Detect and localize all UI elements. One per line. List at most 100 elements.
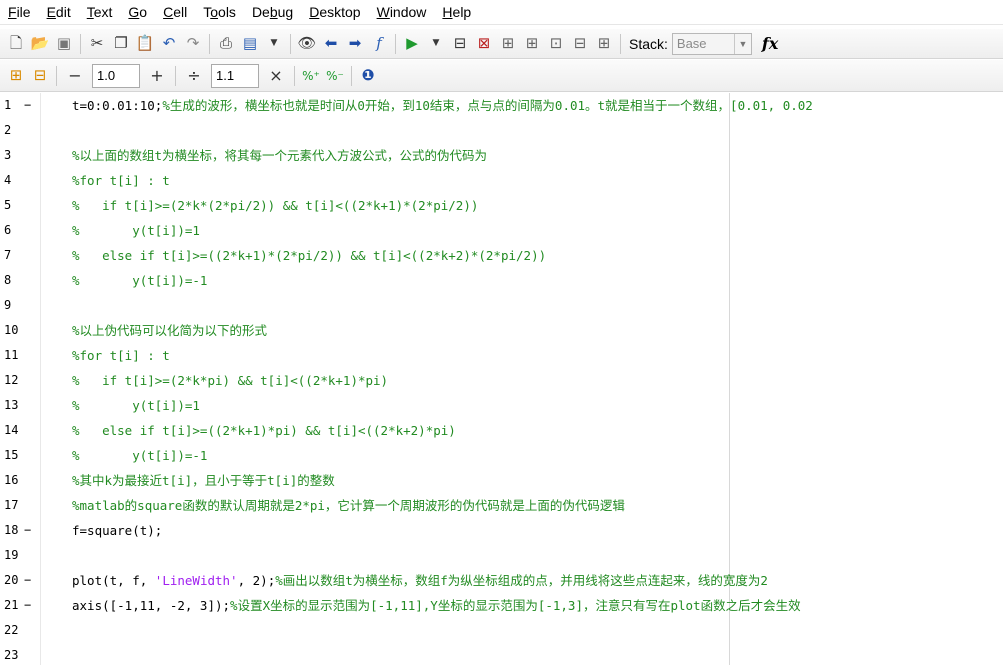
code-line[interactable]: 12 % if t[i]>=(2*k*pi) && t[i]<((2*k+1)*p… — [0, 368, 1003, 393]
code-text: %matlab的square函数的默认周期就是2*pi，它计算一个周期波形的伪代… — [72, 493, 625, 518]
code-line[interactable]: 20− plot(t, f, 'LineWidth', 2);%画出以数组t为横坐… — [0, 568, 1003, 593]
code-line[interactable]: 11 %for t[i] : t — [0, 343, 1003, 368]
line-number: 19 — [4, 548, 19, 562]
function-browser-icon[interactable]: f — [368, 33, 390, 55]
menu-text[interactable]: Text — [79, 0, 121, 24]
back-arrow-icon[interactable]: ⬅ — [320, 33, 342, 55]
multiply-button[interactable]: × — [262, 64, 290, 88]
code-line[interactable]: 23 — [0, 643, 1003, 665]
code-line[interactable]: 22 — [0, 618, 1003, 643]
forward-arrow-icon[interactable]: ➡ — [344, 33, 366, 55]
cell-mode-icon[interactable]: ⊟ — [29, 65, 51, 87]
print-icon[interactable]: ⎙ — [215, 33, 237, 55]
stack-select[interactable]: Base ▼ — [671, 32, 752, 55]
line-number: 15 — [4, 448, 19, 462]
paste-icon[interactable]: 📋 — [134, 33, 156, 55]
code-line[interactable]: 19 — [0, 543, 1003, 568]
code-editor[interactable]: 1− t=0:0.01:10;%生成的波形，横坐标也就是时间从0开始，到10结束，… — [0, 93, 1003, 665]
line-number: 10 — [4, 323, 19, 337]
toolbar-separator — [290, 33, 291, 54]
find-icon[interactable]: 👁 — [296, 33, 318, 55]
menu-go[interactable]: Go — [120, 0, 155, 24]
editor-toolbar: 🗋 📂 ▣ ✂ ❐ 📋 ↶ ↷ ⎙ ▤ ▼ 👁 ⬅ ➡ f ▶ ▼ ⊟ ⊠ ⊞ … — [0, 29, 1003, 59]
code-comment: % y(t[i])=1 — [72, 398, 200, 413]
clear-breakpoints-icon[interactable]: ⊠ — [473, 33, 495, 55]
chevron-down-icon[interactable]: ▼ — [263, 33, 285, 55]
code-line[interactable]: 15 % y(t[i])=-1 — [0, 443, 1003, 468]
chevron-down-icon[interactable]: ▼ — [733, 33, 751, 54]
step-in-icon[interactable]: ⊞ — [521, 33, 543, 55]
decrement-value-input[interactable] — [92, 63, 140, 88]
cut-icon[interactable]: ✂ — [86, 33, 108, 55]
set-breakpoint-icon[interactable]: ⊟ — [449, 33, 471, 55]
code-token: t=0:0.01:10; — [72, 98, 163, 113]
line-number: 5 — [4, 198, 12, 212]
code-line[interactable]: 8 % y(t[i])=-1 — [0, 268, 1003, 293]
code-text: % if t[i]>=(2*k*pi) && t[i]<((2*k+1)*pi) — [72, 368, 388, 393]
code-line[interactable]: 9 — [0, 293, 1003, 318]
code-comment: % if t[i]>=(2*k*pi) && t[i]<((2*k+1)*pi) — [72, 373, 389, 388]
executable-line-marker[interactable]: − — [24, 593, 36, 618]
executable-line-marker[interactable]: − — [24, 93, 36, 118]
code-text: % else if t[i]>=((2*k+1)*(2*pi/2)) && t[… — [72, 243, 546, 268]
menu-help[interactable]: Help — [434, 0, 479, 24]
help-icon[interactable]: ❶ — [357, 65, 379, 87]
code-text: % y(t[i])=1 — [72, 393, 200, 418]
undo-icon[interactable]: ↶ — [158, 33, 180, 55]
step-icon[interactable]: ⊞ — [497, 33, 519, 55]
code-line[interactable]: 17 %matlab的square函数的默认周期就是2*pi，它计算一个周期波形的… — [0, 493, 1003, 518]
chevron-down-icon[interactable]: ▼ — [425, 33, 447, 55]
save-icon[interactable]: ▣ — [53, 33, 75, 55]
stack-label: Stack: — [629, 35, 668, 52]
code-line[interactable]: 21− axis([-1,11, -2, 3]);%设置X坐标的显示范围为[-1,… — [0, 593, 1003, 618]
copy-icon[interactable]: ❐ — [110, 33, 132, 55]
menu-tools[interactable]: Tools — [195, 0, 244, 24]
continue-icon[interactable]: ⊟ — [569, 33, 591, 55]
scale-value-input[interactable] — [211, 63, 259, 88]
code-line[interactable]: 18− f=square(t); — [0, 518, 1003, 543]
code-line[interactable]: 6 % y(t[i])=1 — [0, 218, 1003, 243]
new-file-icon[interactable]: 🗋 — [5, 33, 27, 55]
line-number: 13 — [4, 398, 19, 412]
toolbar-separator — [294, 65, 295, 86]
line-number: 1 — [4, 98, 12, 112]
line-number: 9 — [4, 298, 12, 312]
open-folder-icon[interactable]: 📂 — [29, 33, 51, 55]
executable-line-marker[interactable]: − — [24, 518, 36, 543]
code-line[interactable]: 4 %for t[i] : t — [0, 168, 1003, 193]
publish-icon[interactable]: ▤ — [239, 33, 261, 55]
uncomment-icon[interactable]: %⁻ — [324, 65, 346, 87]
code-text: %for t[i] : t — [72, 343, 170, 368]
code-line[interactable]: 16 %其中k为最接近t[i]，且小于等于t[i]的整数 — [0, 468, 1003, 493]
divide-button[interactable]: ÷ — [180, 64, 208, 88]
redo-icon[interactable]: ↷ — [182, 33, 204, 55]
increment-button[interactable]: + — [143, 64, 171, 88]
code-line[interactable]: 1− t=0:0.01:10;%生成的波形，横坐标也就是时间从0开始，到10结束，… — [0, 93, 1003, 118]
comment-icon[interactable]: %⁺ — [300, 65, 322, 87]
line-number: 17 — [4, 498, 19, 512]
line-number: 16 — [4, 473, 19, 487]
code-line[interactable]: 3 %以上面的数组t为横坐标，将其每一个元素代入方波公式，公式的伪代码为 — [0, 143, 1003, 168]
code-line[interactable]: 5 % if t[i]>=(2*k*(2*pi/2)) && t[i]<((2*k… — [0, 193, 1003, 218]
stack-select-value: Base — [676, 36, 707, 51]
menu-desktop[interactable]: Desktop — [301, 0, 368, 24]
menu-window[interactable]: Window — [369, 0, 435, 24]
insert-cell-icon[interactable]: ⊞ — [5, 65, 27, 87]
step-out-icon[interactable]: ⊡ — [545, 33, 567, 55]
executable-line-marker[interactable]: − — [24, 568, 36, 593]
menu-debug[interactable]: Debug — [244, 0, 301, 24]
code-text: % y(t[i])=-1 — [72, 268, 207, 293]
code-line[interactable]: 7 % else if t[i]>=((2*k+1)*(2*pi/2)) && t… — [0, 243, 1003, 268]
exit-debug-icon[interactable]: ⊞ — [593, 33, 615, 55]
run-icon[interactable]: ▶ — [401, 33, 423, 55]
fx-icon[interactable]: fx — [762, 34, 778, 53]
code-line[interactable]: 2 — [0, 118, 1003, 143]
code-line[interactable]: 13 % y(t[i])=1 — [0, 393, 1003, 418]
menu-edit[interactable]: Edit — [39, 0, 79, 24]
menu-file[interactable]: File — [0, 0, 39, 24]
decrement-button[interactable]: − — [61, 64, 89, 88]
menu-cell[interactable]: Cell — [155, 0, 195, 24]
code-line[interactable]: 10 %以上伪代码可以化简为以下的形式 — [0, 318, 1003, 343]
code-text: % if t[i]>=(2*k*(2*pi/2)) && t[i]<((2*k+… — [72, 193, 478, 218]
code-line[interactable]: 14 % else if t[i]>=((2*k+1)*pi) && t[i]<(… — [0, 418, 1003, 443]
